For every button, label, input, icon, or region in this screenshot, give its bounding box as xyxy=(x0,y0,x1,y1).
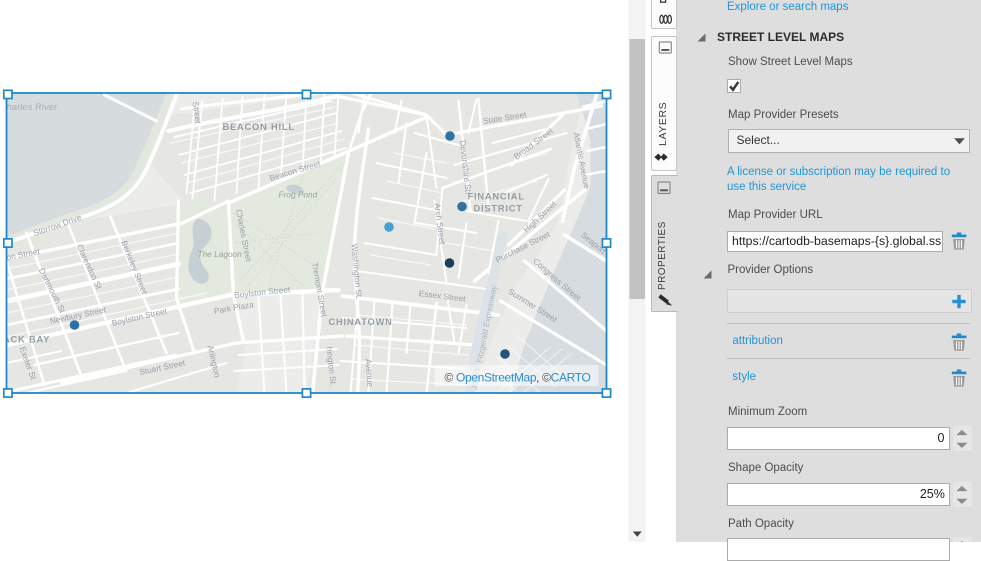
svg-text:BACK BAY: BACK BAY xyxy=(0,335,50,345)
svg-text:© OpenStreetMap, ©CARTO: © OpenStreetMap, ©CARTO xyxy=(445,371,591,385)
svg-text:FINANCIAL: FINANCIAL xyxy=(468,192,525,202)
svg-text:Frog Pond: Frog Pond xyxy=(279,190,318,200)
svg-text:DISTRICT: DISTRICT xyxy=(474,204,523,214)
svg-text:The Lagoon: The Lagoon xyxy=(198,249,243,259)
svg-text:harles River: harles River xyxy=(7,102,59,113)
svg-text:Avenue: Avenue xyxy=(364,358,376,387)
svg-text:BEACON HILL: BEACON HILL xyxy=(223,122,295,132)
svg-text:CHINATOWN: CHINATOWN xyxy=(329,317,393,327)
